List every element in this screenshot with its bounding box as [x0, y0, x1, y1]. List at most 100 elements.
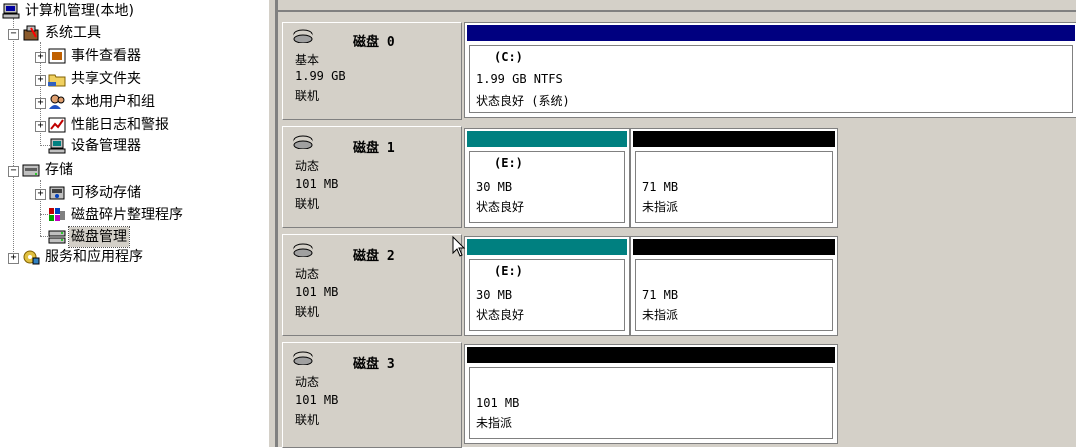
unallocated-space[interactable]: 101 MB 未指派	[464, 344, 838, 444]
tree-item-services-apps[interactable]: 服务和应用程序	[22, 246, 145, 268]
disk-info-panel[interactable]: 磁盘 3 动态 101 MB 联机	[282, 342, 462, 448]
tree-item-defragmenter[interactable]: 磁盘碎片整理程序	[48, 204, 185, 226]
volume-bar	[633, 131, 835, 147]
expand-button[interactable]: +	[35, 75, 46, 86]
volume-size: 30 MB	[476, 288, 513, 302]
disk-type: 基本	[295, 53, 320, 67]
collapse-button[interactable]: −	[8, 29, 19, 40]
volume-body: (C:) 1.99 GB NTFS 状态良好 (系统)	[469, 45, 1073, 113]
tree-label: 可移动存储	[71, 185, 141, 201]
disk-status: 联机	[295, 413, 320, 427]
tree-label: 事件查看器	[71, 48, 141, 64]
disk-type: 动态	[295, 267, 320, 281]
shared-folder-icon	[48, 71, 66, 87]
volume-size: 101 MB	[476, 396, 520, 410]
tree-label: 存储	[45, 162, 73, 178]
disk-drive-icon	[293, 243, 313, 260]
disk-status: 联机	[295, 89, 320, 103]
pane-splitter[interactable]	[268, 0, 276, 447]
tree-item-system-tools[interactable]: 系统工具	[22, 22, 103, 44]
disk-title: 磁盘 2	[353, 249, 395, 264]
disk-type: 动态	[295, 159, 320, 173]
disk-type: 动态	[295, 375, 320, 389]
services-icon	[22, 249, 40, 265]
disk-size: 1.99 GB	[295, 69, 346, 83]
volume-c[interactable]: (C:) 1.99 GB NTFS 状态良好 (系统)	[464, 22, 1076, 118]
tree-item-computer-management[interactable]: 计算机管理(本地)	[2, 0, 136, 22]
volume-bar	[467, 131, 627, 147]
tree-label: 设备管理器	[71, 138, 141, 154]
volume-bar	[467, 25, 1075, 41]
volume-size: 1.99 GB NTFS	[476, 72, 563, 86]
tree-item-shared-folders[interactable]: 共享文件夹	[48, 68, 143, 90]
volume-bar	[467, 239, 627, 255]
disk-info-panel[interactable]: 磁盘 2 动态 101 MB 联机	[282, 234, 462, 336]
expand-button[interactable]: +	[8, 253, 19, 264]
disk-row: 磁盘 0 基本 1.99 GB 联机 (C:) 1.99 GB NTFS 状态良…	[278, 18, 1076, 122]
disk-row: 磁盘 2 动态 101 MB 联机 (E:) 30 MB 状态良好 71 MB …	[278, 232, 1076, 338]
unallocated-space[interactable]: 71 MB 未指派	[630, 128, 838, 228]
disk-info-panel[interactable]: 磁盘 1 动态 101 MB 联机	[282, 126, 462, 228]
tree-item-disk-management[interactable]: 磁盘管理	[48, 226, 130, 248]
tree-label: 共享文件夹	[71, 71, 141, 87]
disk-management-icon	[48, 229, 66, 245]
expand-button[interactable]: +	[35, 52, 46, 63]
event-viewer-icon	[48, 48, 66, 64]
tree-label: 计算机管理(本地)	[25, 3, 134, 19]
volume-body: 71 MB 未指派	[635, 259, 833, 331]
mouse-cursor-icon	[452, 235, 466, 258]
tree-label: 本地用户和组	[71, 94, 155, 110]
volume-body: 71 MB 未指派	[635, 151, 833, 223]
tree-item-removable-storage[interactable]: 可移动存储	[48, 182, 143, 204]
tree-item-storage[interactable]: 存储	[22, 159, 75, 181]
divider	[278, 10, 1076, 12]
tree-label: 系统工具	[45, 25, 101, 41]
unallocated-space[interactable]: 71 MB 未指派	[630, 236, 838, 336]
tree-item-local-users[interactable]: 本地用户和组	[48, 91, 157, 113]
volume-body: (E:) 30 MB 状态良好	[469, 151, 625, 223]
disk-drive-icon	[293, 135, 313, 152]
tree-item-device-manager[interactable]: 设备管理器	[48, 135, 143, 157]
disk-title: 磁盘 3	[353, 357, 395, 372]
disk-title: 磁盘 0	[353, 35, 395, 50]
volume-body: 101 MB 未指派	[469, 367, 833, 439]
expand-button[interactable]: +	[35, 98, 46, 109]
collapse-button[interactable]: −	[8, 166, 19, 177]
volume-bar	[467, 347, 835, 363]
volume-body: (E:) 30 MB 状态良好	[469, 259, 625, 331]
volume-e[interactable]: (E:) 30 MB 状态良好	[464, 236, 630, 336]
tree-connector	[13, 18, 14, 258]
volume-status: 状态良好 (系统)	[476, 94, 570, 108]
volume-letter: (E:)	[494, 156, 523, 170]
volume-letter: (E:)	[494, 264, 523, 278]
tree-label-selected: 磁盘管理	[68, 226, 130, 248]
disk-info-panel[interactable]: 磁盘 0 基本 1.99 GB 联机	[282, 22, 462, 120]
console-tree: 计算机管理(本地) − 系统工具 + 事件查看器 + 共享文件夹 + 本地用户和…	[0, 0, 268, 447]
expand-button[interactable]: +	[35, 189, 46, 200]
disk-status: 联机	[295, 197, 320, 211]
disk-graphical-view: 磁盘 0 基本 1.99 GB 联机 (C:) 1.99 GB NTFS 状态良…	[276, 0, 1076, 448]
storage-icon	[22, 162, 40, 178]
tree-item-performance-logs[interactable]: 性能日志和警报	[48, 114, 171, 136]
expand-button[interactable]: +	[35, 121, 46, 132]
computer-icon	[2, 3, 20, 19]
volume-size: 30 MB	[476, 180, 513, 194]
volume-status: 状态良好	[476, 308, 525, 322]
volume-size: 71 MB	[642, 180, 679, 194]
tree-label: 性能日志和警报	[71, 117, 169, 133]
disk-row: 磁盘 3 动态 101 MB 联机 101 MB 未指派	[278, 340, 1076, 448]
volume-status: 未指派	[642, 200, 679, 214]
disk-size: 101 MB	[295, 177, 339, 191]
disk-title: 磁盘 1	[353, 141, 395, 156]
users-icon	[48, 94, 66, 110]
disk-status: 联机	[295, 305, 320, 319]
volume-letter: (C:)	[494, 50, 523, 64]
disk-drive-icon	[293, 29, 313, 46]
volume-e[interactable]: (E:) 30 MB 状态良好	[464, 128, 630, 228]
tree-item-event-viewer[interactable]: 事件查看器	[48, 45, 143, 67]
performance-icon	[48, 117, 66, 133]
defrag-icon	[48, 207, 66, 223]
removable-storage-icon	[48, 185, 66, 201]
tree-label: 服务和应用程序	[45, 249, 143, 265]
disk-size: 101 MB	[295, 393, 339, 407]
